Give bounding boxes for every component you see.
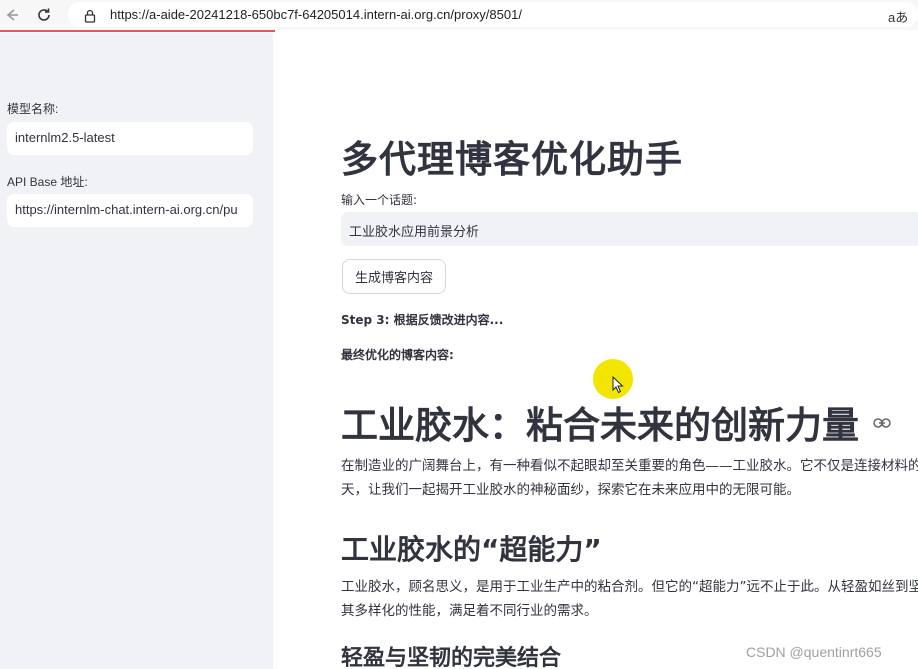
anchor-link-icon[interactable]	[873, 414, 891, 428]
reload-icon[interactable]	[32, 3, 56, 27]
article-paragraph-1-line-2: 天，让我们一起揭开工业胶水的神秘面纱，探索它在未来应用中的无限可能。	[341, 482, 800, 498]
back-icon[interactable]	[0, 3, 24, 27]
model-name-input[interactable]: internlm2.5-latest	[7, 122, 253, 155]
article-heading-2: 工业胶水的“超能力”	[341, 533, 602, 566]
topic-label: 输入一个话题:	[341, 193, 418, 207]
address-bar[interactable]: https://a-aide-20241218-650bc7f-64205014…	[68, 2, 918, 27]
watermark: CSDN @quentinrt665	[746, 644, 882, 660]
reader-mode-icon[interactable]: aあ	[888, 7, 908, 26]
api-base-input[interactable]: https://internlm-chat.intern-ai.org.cn/p…	[7, 194, 253, 227]
mouse-pointer-icon	[612, 375, 624, 398]
model-name-label: 模型名称:	[7, 102, 59, 116]
url-text: https://a-aide-20241218-650bc7f-64205014…	[110, 7, 522, 22]
article-heading-3: 轻盈与坚韧的完美结合	[341, 646, 562, 669]
sidebar: 模型名称: internlm2.5-latest API Base 地址: ht…	[0, 33, 273, 669]
page-title: 多代理博客优化助手	[341, 138, 683, 181]
article-heading-1: 工业胶水：粘合未来的创新力量	[341, 404, 859, 447]
browser-toolbar: https://a-aide-20241218-650bc7f-64205014…	[0, 0, 918, 30]
article-paragraph-2-line-2: 其多样化的性能，满足着不同行业的需求。	[341, 603, 598, 619]
main-content: 多代理博客优化助手 输入一个话题: 工业胶水应用前景分析 生成博客内容 Step…	[273, 33, 918, 669]
lock-icon	[84, 8, 96, 27]
article-paragraph-1-line-1: 在制造业的广阔舞台上，有一种看似不起眼却至关重要的角色——工业胶水。它不仅是连接…	[341, 458, 918, 474]
topic-input[interactable]: 工业胶水应用前景分析	[341, 212, 918, 246]
api-base-label: API Base 地址:	[7, 175, 88, 189]
article-paragraph-2-line-1: 工业胶水，顾名思义，是用于工业生产中的粘合剂。但它的“超能力”远不止于此。从轻盈…	[341, 579, 918, 595]
final-content-label: 最终优化的博客内容:	[341, 348, 454, 362]
generate-blog-button[interactable]: 生成博客内容	[342, 259, 446, 294]
step-status: Step 3: 根据反馈改进内容...	[341, 313, 504, 327]
page-load-progress	[0, 30, 276, 32]
